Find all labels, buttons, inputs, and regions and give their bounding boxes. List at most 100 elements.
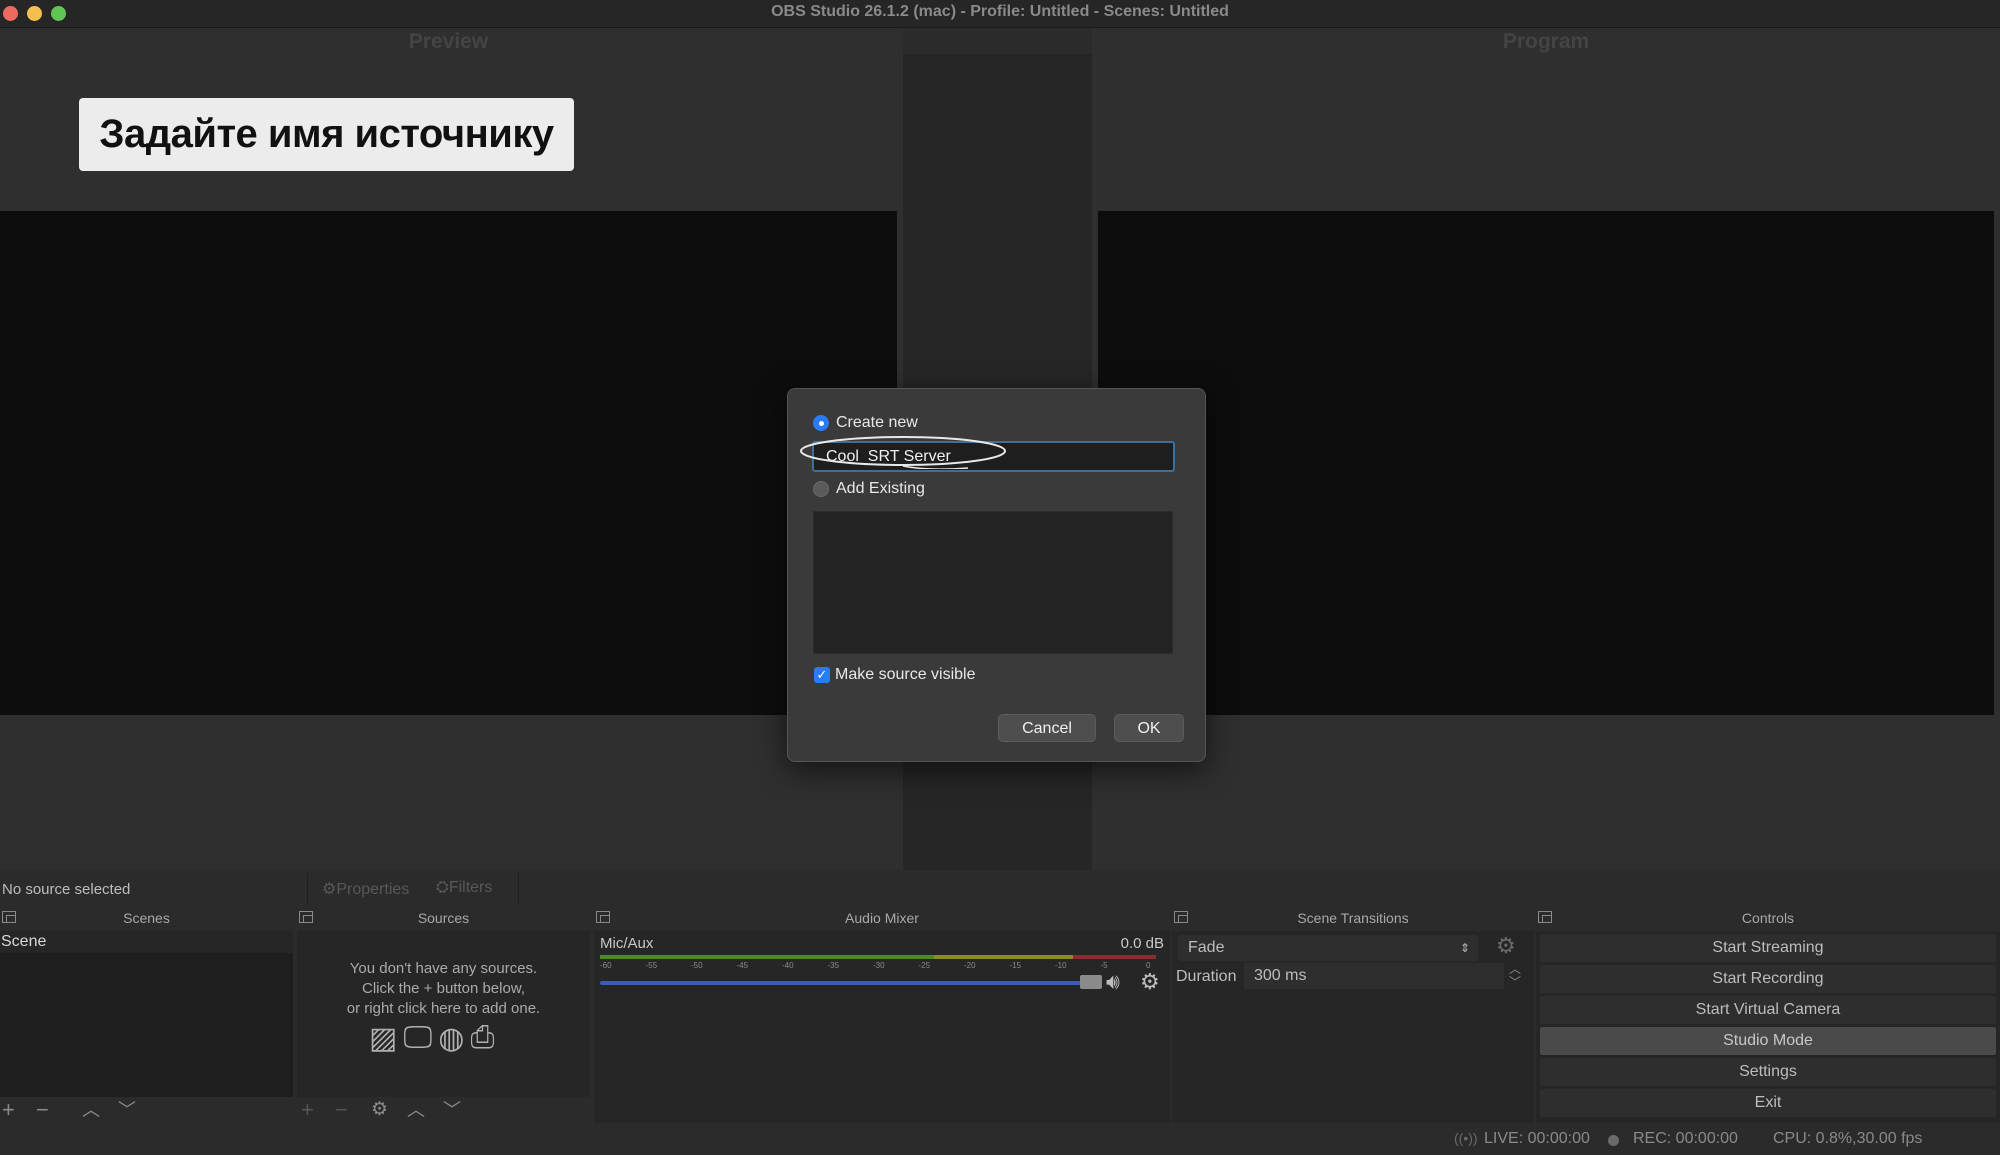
scene-transitions-dock-header: Scene Transitions bbox=[1172, 905, 1534, 931]
move-up-icon[interactable]: ︿ bbox=[407, 1098, 425, 1122]
meter-tick-label: -55 bbox=[645, 961, 658, 970]
gear-icon[interactable]: ⚙ bbox=[371, 1098, 388, 1122]
transition-value: Fade bbox=[1188, 939, 1225, 956]
volume-meter bbox=[600, 955, 1156, 959]
start-streaming-button[interactable]: Start Streaming bbox=[1540, 934, 1996, 962]
chevron-updown-icon: ⇕ bbox=[1459, 941, 1470, 955]
meter-tick-label: -35 bbox=[827, 961, 840, 970]
meter-tick-label: -20 bbox=[964, 961, 976, 970]
program-canvas bbox=[1098, 211, 1994, 715]
tutorial-caption: Задайте имя источнику bbox=[79, 98, 574, 171]
sources-dock-header: Sources bbox=[297, 905, 590, 931]
globe-icon: ◍ bbox=[438, 1022, 465, 1055]
meter-yellow-zone bbox=[933, 955, 1073, 959]
scene-transitions-dock: Scene Transitions Fade ⇕ ⚙ Duration 300 … bbox=[1172, 905, 1534, 1123]
meter-green-zone bbox=[600, 955, 934, 959]
channel-level: 0.0 dB bbox=[1120, 935, 1164, 952]
scene-transitions-body: Fade ⇕ ⚙ Duration 300 ms ︿ ﹀ bbox=[1172, 931, 1534, 1123]
duration-spinbox[interactable]: 300 ms bbox=[1244, 963, 1504, 989]
status-bar: ((•)) LIVE: 00:00:00 REC: 00:00:00 CPU: … bbox=[0, 1126, 2000, 1155]
sources-title: Sources bbox=[417, 910, 470, 926]
undock-icon[interactable] bbox=[596, 911, 610, 923]
empty-hint-line: You don't have any sources. bbox=[349, 960, 538, 977]
audio-mixer-body: Mic/Aux 0.0 dB -60 -55 -50 -45 -40 -35 -30 -25 -… bbox=[594, 931, 1170, 1123]
scenes-dock-header: Scenes bbox=[0, 905, 293, 931]
audio-mixer-dock: Audio Mixer Mic/Aux 0.0 dB -60 -55 -50 -45 -… bbox=[594, 905, 1170, 1123]
meter-tick-label: -15 bbox=[1009, 961, 1022, 970]
window-title: OBS Studio 26.1.2 (mac) - Profile: Untit… bbox=[771, 3, 1229, 20]
source-toolbar bbox=[0, 873, 2000, 905]
sources-dock: Sources You don't have any sources. Clic… bbox=[297, 905, 590, 1123]
speaker-icon[interactable]: 🔊︎ bbox=[1106, 969, 1120, 995]
scene-list-item[interactable]: Scene bbox=[0, 931, 293, 953]
volume-slider-handle[interactable] bbox=[1080, 975, 1102, 989]
empty-sources-hint: You don't have any sources. Click the + … bbox=[297, 959, 590, 1019]
remove-source-icon[interactable]: − bbox=[335, 1098, 348, 1122]
controls-dock-header: Controls bbox=[1536, 905, 2000, 931]
preview-label: Preview bbox=[408, 30, 489, 53]
monitor-icon: 🖵 bbox=[403, 1021, 433, 1054]
add-source-dialog: Create new Add Existing ✓ Make source vi… bbox=[787, 388, 1206, 762]
exit-button[interactable]: Exit bbox=[1540, 1089, 1996, 1117]
settings-button[interactable]: Settings bbox=[1540, 1058, 1996, 1086]
filters-label: Filters bbox=[448, 879, 493, 896]
undock-icon[interactable] bbox=[1174, 911, 1188, 923]
empty-hint-line: or right click here to add one. bbox=[346, 1000, 541, 1017]
transition-select[interactable]: Fade ⇕ bbox=[1178, 935, 1478, 961]
meter-tick-label: -30 bbox=[873, 961, 885, 970]
controls-body: Start Streaming Start Recording Start Vi… bbox=[1536, 931, 2000, 1123]
meter-tick-label: -45 bbox=[736, 961, 749, 970]
start-recording-button[interactable]: Start Recording bbox=[1540, 965, 1996, 993]
sources-footer: + − ⚙ ︿ ﹀ bbox=[297, 1097, 590, 1123]
make-visible-checkbox[interactable]: ✓ bbox=[814, 667, 830, 683]
gear-icon: ⚙ bbox=[322, 881, 337, 898]
meter-tick-label: -40 bbox=[782, 961, 794, 970]
create-new-radio[interactable] bbox=[813, 415, 829, 431]
properties-button[interactable]: ⚙Properties bbox=[322, 879, 409, 899]
filters-button[interactable]: ⛭Filters bbox=[436, 879, 492, 897]
channel-name: Mic/Aux bbox=[600, 935, 654, 952]
meter-red-zone bbox=[1072, 955, 1156, 959]
title-bar: OBS Studio 26.1.2 (mac) - Profile: Untit… bbox=[0, 0, 2000, 28]
stepper-arrows-icon[interactable]: ︿ ﹀ bbox=[1509, 963, 1521, 989]
filter-icon: ⛭ bbox=[436, 879, 449, 896]
move-down-icon[interactable]: ﹀ bbox=[118, 1098, 136, 1122]
rec-time: REC: 00:00:00 bbox=[1633, 1130, 1738, 1147]
empty-hint-line: Click the + button below, bbox=[361, 980, 525, 997]
ok-button[interactable]: OK bbox=[1114, 714, 1184, 742]
gear-icon[interactable]: ⚙ bbox=[1496, 933, 1516, 959]
scenes-footer: + − ︿ ﹀ bbox=[0, 1097, 293, 1123]
volume-slider[interactable] bbox=[600, 981, 1090, 985]
move-up-icon[interactable]: ︿ bbox=[82, 1098, 100, 1122]
meter-tick-label: -25 bbox=[918, 961, 931, 970]
gear-icon[interactable]: ⚙ bbox=[1140, 969, 1160, 995]
existing-sources-list[interactable] bbox=[813, 511, 1173, 654]
move-down-icon[interactable]: ﹀ bbox=[443, 1098, 461, 1122]
remove-scene-icon[interactable]: − bbox=[36, 1098, 49, 1122]
add-source-icon[interactable]: + bbox=[301, 1098, 314, 1122]
audio-mixer-dock-header: Audio Mixer bbox=[594, 905, 1170, 931]
add-existing-label: Add Existing bbox=[836, 480, 925, 497]
duration-value: 300 ms bbox=[1254, 967, 1307, 984]
program-label: Program bbox=[1502, 30, 1590, 53]
controls-title: Controls bbox=[1741, 910, 1795, 926]
image-icon: ▨ bbox=[369, 1022, 398, 1055]
meter-tick-label: -10 bbox=[1055, 961, 1067, 970]
scenes-dock: Scenes Scene + − ︿ ﹀ bbox=[0, 905, 293, 1123]
add-scene-icon[interactable]: + bbox=[2, 1098, 15, 1122]
live-time: LIVE: 00:00:00 bbox=[1484, 1130, 1590, 1147]
sources-list[interactable]: You don't have any sources. Click the + … bbox=[297, 931, 590, 1097]
cpu-usage: CPU: 0.8%,30.00 fps bbox=[1773, 1130, 1923, 1147]
studio-mode-button[interactable]: Studio Mode bbox=[1540, 1027, 1996, 1055]
undock-icon[interactable] bbox=[2, 911, 16, 923]
undock-icon[interactable] bbox=[299, 911, 313, 923]
cancel-button[interactable]: Cancel bbox=[998, 714, 1096, 742]
scenes-title: Scenes bbox=[123, 910, 170, 926]
make-visible-label: Make source visible bbox=[835, 666, 976, 683]
preview-canvas[interactable] bbox=[0, 211, 897, 715]
add-existing-radio[interactable] bbox=[813, 481, 829, 497]
scenes-list: Scene bbox=[0, 931, 293, 1097]
start-virtual-camera-button[interactable]: Start Virtual Camera bbox=[1540, 996, 1996, 1024]
undock-icon[interactable] bbox=[1538, 911, 1552, 923]
meter-tick-label: -60 bbox=[600, 961, 612, 970]
